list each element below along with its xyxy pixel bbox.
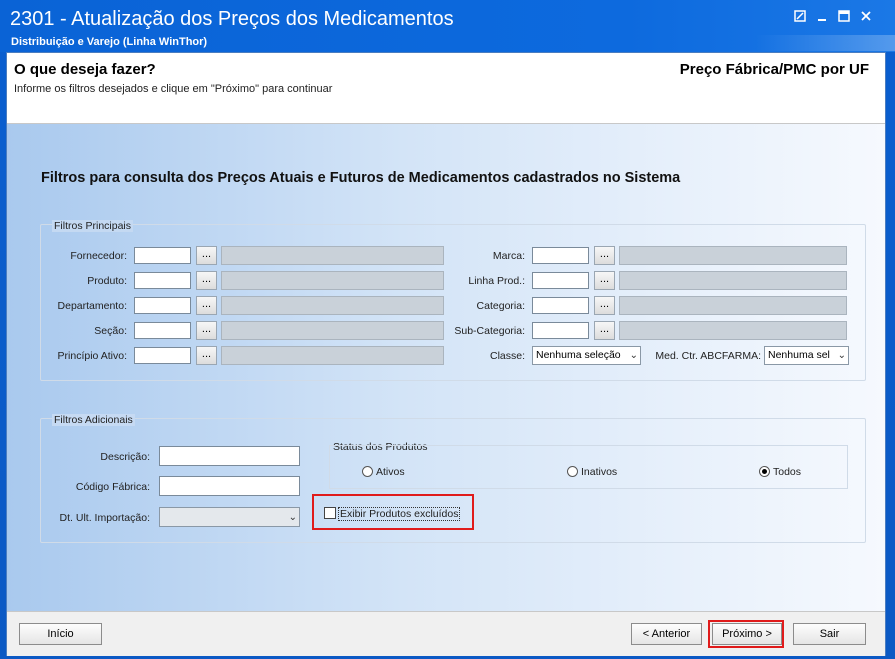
status-todos-radio[interactable]: [759, 466, 770, 477]
fornecedor-label: Fornecedor:: [70, 250, 127, 262]
wizard-body: Filtros para consulta dos Preços Atuais …: [7, 124, 885, 611]
marca-lookup-button[interactable]: ...: [594, 246, 615, 265]
classe-value: Nenhuma seleção: [536, 349, 621, 361]
secao-lookup-button[interactable]: ...: [196, 321, 217, 340]
exibir-excluidos-checkbox[interactable]: [324, 507, 336, 519]
classe-select[interactable]: Nenhuma seleção ⌄: [532, 346, 641, 365]
filtros-principais-legend: Filtros Principais: [52, 220, 134, 232]
principio-ativo-lookup-button[interactable]: ...: [196, 346, 217, 365]
header-mode: Preço Fábrica/PMC por UF: [679, 61, 869, 78]
produto-description: [221, 271, 444, 290]
departamento-lookup-button[interactable]: ...: [196, 296, 217, 315]
filtros-adicionais-legend: Filtros Adicionais: [52, 414, 135, 426]
descricao-label: Descrição:: [100, 451, 150, 463]
sair-button[interactable]: Sair: [793, 623, 866, 645]
wizard-client-area: O que deseja fazer? Informe os filtros d…: [6, 52, 886, 656]
departamento-description: [221, 296, 444, 315]
linha-prod-input[interactable]: [532, 272, 589, 289]
linha-prod-lookup-button[interactable]: ...: [594, 271, 615, 290]
chevron-down-icon: ⌄: [629, 350, 638, 361]
status-ativos-label: Ativos: [376, 466, 405, 478]
fornecedor-description: [221, 246, 444, 265]
dt-importacao-label: Dt. Ult. Importação:: [59, 512, 150, 524]
title-decoration: [755, 35, 895, 51]
status-inativos-label: Inativos: [581, 466, 618, 478]
codigo-fabrica-label: Código Fábrica:: [75, 481, 150, 493]
filters-title: Filtros para consulta dos Preços Atuais …: [41, 170, 681, 186]
fornecedor-lookup-button[interactable]: ...: [196, 246, 217, 265]
wizard-footer: Início < Anterior Próximo > Sair: [7, 611, 885, 656]
anterior-button[interactable]: < Anterior: [631, 623, 702, 645]
principio-ativo-label: Princípio Ativo:: [57, 350, 127, 362]
categoria-description: [619, 296, 847, 315]
app-window: 2301 - Atualização dos Preços dos Medica…: [0, 0, 895, 659]
secao-label: Seção:: [94, 325, 127, 337]
window-subtitle: Distribuição e Varejo (Linha WinThor): [11, 36, 208, 48]
marca-description: [619, 246, 847, 265]
window-title: 2301 - Atualização dos Preços dos Medica…: [10, 8, 454, 30]
header-instruction: Informe os filtros desejados e clique em…: [14, 83, 333, 95]
exibir-excluidos-label: Exibir Produtos excluídos: [338, 507, 461, 521]
maximize-icon[interactable]: [836, 10, 852, 24]
linha-prod-label: Linha Prod.:: [468, 275, 525, 287]
abcfarma-select[interactable]: Nenhuma sel ⌄: [764, 346, 849, 365]
principio-ativo-description: [221, 346, 444, 365]
sub-categoria-description: [619, 321, 847, 340]
inicio-button[interactable]: Início: [19, 623, 102, 645]
sub-categoria-lookup-button[interactable]: ...: [594, 321, 615, 340]
produto-lookup-button[interactable]: ...: [196, 271, 217, 290]
fornecedor-input[interactable]: [134, 247, 191, 264]
sub-categoria-label: Sub-Categoria:: [454, 325, 525, 337]
chevron-down-icon: ⌄: [288, 512, 297, 523]
categoria-lookup-button[interactable]: ...: [594, 296, 615, 315]
abcfarma-label: Med. Ctr. ABCFARMA:: [655, 350, 761, 362]
sub-categoria-input[interactable]: [532, 322, 589, 339]
classe-label: Classe:: [489, 350, 525, 362]
minimize-icon[interactable]: [814, 10, 830, 24]
departamento-label: Departamento:: [57, 300, 127, 312]
status-ativos-radio[interactable]: [362, 466, 373, 477]
marca-input[interactable]: [532, 247, 589, 264]
codigo-fabrica-input[interactable]: [159, 476, 300, 496]
proximo-highlight-box: [708, 620, 784, 648]
principio-ativo-input[interactable]: [134, 347, 191, 364]
restore-small-icon[interactable]: [792, 10, 808, 24]
marca-label: Marca:: [492, 250, 525, 262]
close-icon[interactable]: [858, 10, 874, 24]
produto-label: Produto:: [87, 275, 127, 287]
abcfarma-value: Nenhuma sel: [768, 349, 830, 361]
chevron-down-icon: ⌄: [835, 347, 846, 364]
secao-description: [221, 321, 444, 340]
departamento-input[interactable]: [134, 297, 191, 314]
descricao-input[interactable]: [159, 446, 300, 466]
dt-importacao-select[interactable]: ⌄: [159, 507, 300, 527]
linha-prod-description: [619, 271, 847, 290]
title-bar: 2301 - Atualização dos Preços dos Medica…: [0, 0, 895, 52]
categoria-input[interactable]: [532, 297, 589, 314]
status-inativos-radio[interactable]: [567, 466, 578, 477]
categoria-label: Categoria:: [476, 300, 525, 312]
secao-input[interactable]: [134, 322, 191, 339]
header-question: O que deseja fazer?: [14, 61, 156, 78]
status-todos-label: Todos: [773, 466, 802, 478]
produto-input[interactable]: [134, 272, 191, 289]
wizard-header: O que deseja fazer? Informe os filtros d…: [7, 53, 885, 124]
